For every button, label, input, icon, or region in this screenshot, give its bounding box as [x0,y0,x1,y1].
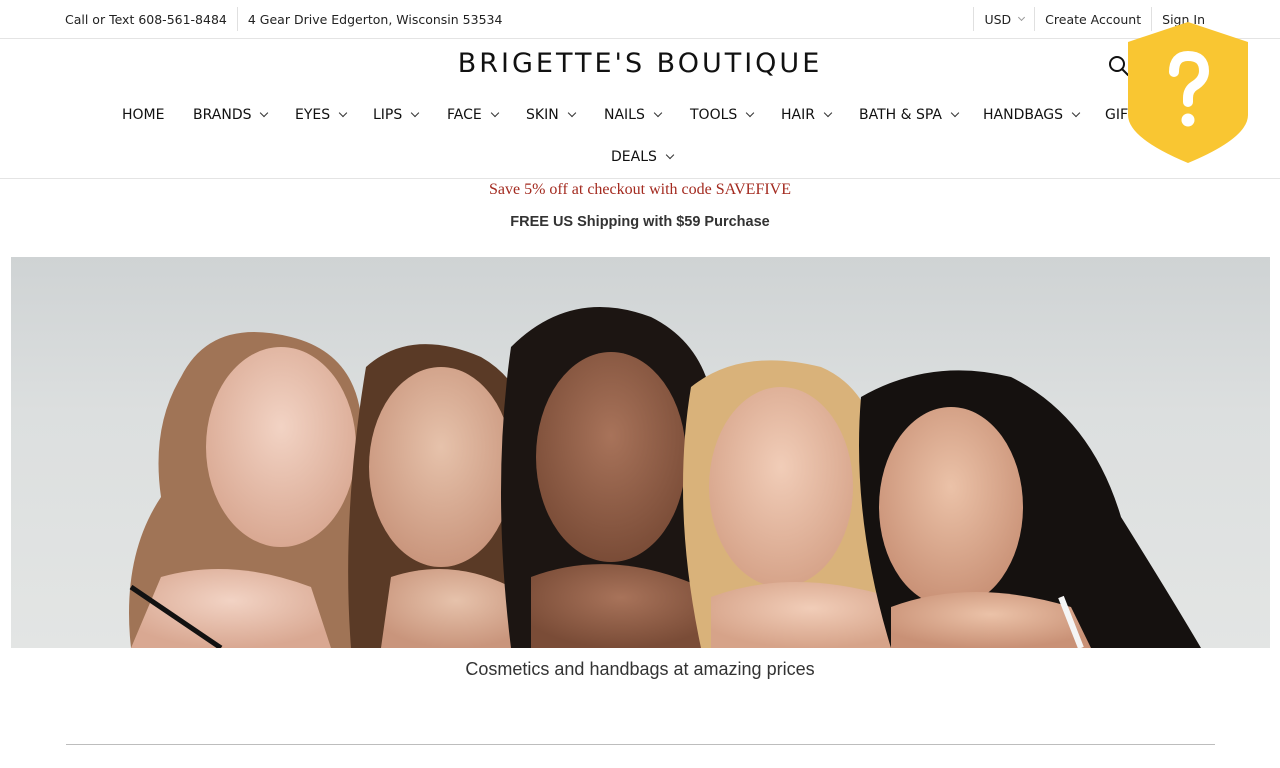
nav-item-hair[interactable]: HAIR [781,100,833,130]
nav-label: EYES [295,107,331,123]
nav-item-handbags[interactable]: HANDBAGS [983,100,1081,130]
currency-label: USD [984,11,1012,27]
chevron-down-icon [950,108,960,118]
chevron-down-icon [653,108,663,118]
question-shield-icon[interactable] [1126,20,1250,165]
nav-label: BRANDS [193,107,252,123]
currency-selector[interactable]: USD [974,12,1034,27]
chevron-down-icon [1018,13,1026,22]
chevron-down-icon [746,108,755,118]
nav-item-nails[interactable]: NAILS [604,100,663,130]
chevron-down-icon [260,108,269,118]
nav-item-home[interactable]: HOME [122,100,164,130]
chevron-down-icon [567,108,576,118]
nav-label: BATH & SPA [859,107,943,123]
nav-label: HOME [122,107,165,123]
chevron-down-icon [490,108,499,118]
nav-label: FACE [447,107,482,123]
chevron-down-icon [823,108,833,118]
chevron-down-icon [338,108,348,118]
contact-info: Call or Text 608-561-8484 4 Gear Drive E… [65,0,502,38]
chevron-down-icon [411,108,420,118]
nav-label: HANDBAGS [983,107,1064,123]
chevron-down-icon [1071,108,1081,118]
divider [236,7,238,31]
nav-item-face[interactable]: FACE [447,100,499,130]
hero-caption: Cosmetics and handbags at amazing prices [465,659,815,679]
nav-item-tools[interactable]: TOOLS [690,100,755,130]
section-divider [66,744,1215,745]
main-navigation-row-2: DEALS [0,142,1280,172]
nav-label: HAIR [781,107,815,123]
hero-image[interactable] [11,257,1270,648]
hero-illustration [129,307,1201,648]
main-navigation: HOME BRANDS EYES LIPS FACE SKIN NAILS TO… [0,100,1280,130]
store-logo[interactable]: BRIGETTE'S BOUTIQUE [0,48,1280,79]
nav-label: NAILS [604,107,645,123]
nav-label: SKIN [526,107,559,123]
nav-item-lips[interactable]: LIPS [373,100,420,130]
nav-item-bath-spa[interactable]: BATH & SPA [859,100,960,130]
nav-label: TOOLS [690,107,738,123]
free-shipping-banner: FREE US Shipping with $59 Purchase [510,214,770,230]
nav-divider [0,178,1280,179]
nav-item-skin[interactable]: SKIN [526,100,576,130]
nav-label: DEALS [611,149,657,165]
promo-code-banner: Save 5% off at checkout with code SAVEFI… [488,181,791,198]
nav-item-brands[interactable]: BRANDS [193,100,269,130]
top-utility-bar: Call or Text 608-561-8484 4 Gear Drive E… [0,0,1280,39]
phone-text[interactable]: Call or Text 608-561-8484 [65,12,227,27]
nav-item-deals[interactable]: DEALS [611,142,675,172]
store-address: 4 Gear Drive Edgerton, Wisconsin 53534 [247,11,503,27]
chevron-down-icon [665,150,675,160]
nav-item-eyes[interactable]: EYES [295,100,348,130]
nav-label: LIPS [373,107,403,123]
